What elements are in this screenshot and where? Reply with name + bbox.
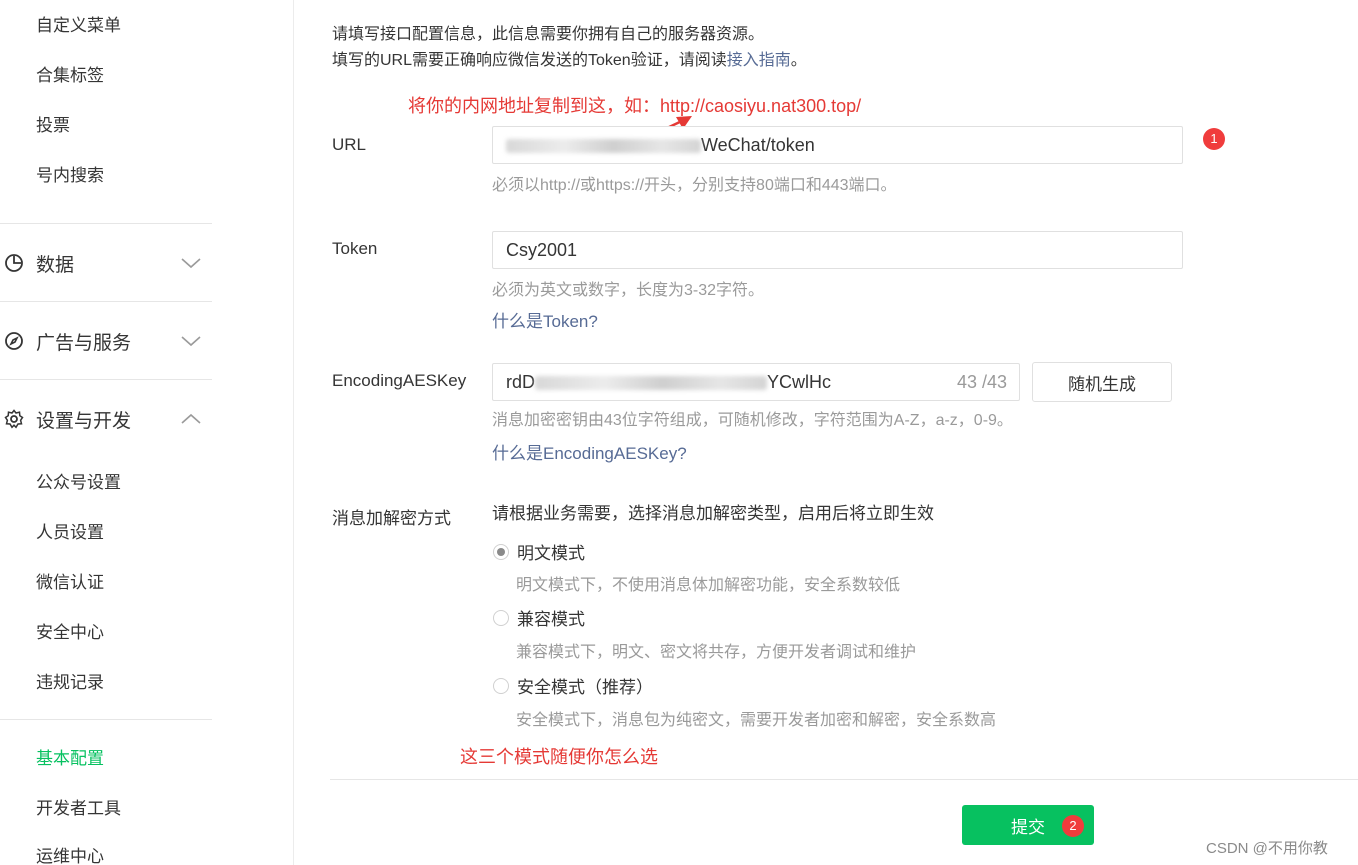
csdn-watermark: CSDN @不用你教	[1206, 840, 1328, 857]
sidebar-divider	[0, 379, 212, 380]
form-divider	[330, 779, 1358, 780]
radio-label: 安全模式（推荐）	[517, 678, 653, 697]
blurred-text	[506, 139, 701, 154]
sidebar-group-settings[interactable]: 设置与开发	[0, 399, 212, 439]
chevron-up-icon	[181, 413, 201, 424]
intro-line-1: 请填写接口配置信息，此信息需要你拥有自己的服务器资源。	[332, 26, 765, 43]
aes-visible-end: YCwlHc	[767, 372, 832, 392]
url-visible-value: WeChat/token	[701, 135, 815, 155]
encrypt-mode-label: 消息加解密方式	[332, 509, 451, 528]
what-is-token-link[interactable]: 什么是Token?	[492, 307, 598, 332]
aes-char-count: 43 /43	[952, 364, 1007, 400]
sidebar-item-collection-tags[interactable]: 合集标签	[36, 64, 104, 88]
token-label: Token	[332, 239, 378, 258]
sidebar-item-violation-records[interactable]: 违规记录	[36, 671, 104, 695]
compatible-mode-desc: 兼容模式下，明文、密文将共存，方便开发者调试和维护	[516, 644, 917, 661]
sidebar-item-developer-tools[interactable]: 开发者工具	[36, 797, 121, 821]
radio-button[interactable]	[493, 677, 509, 694]
sidebar-item-vote[interactable]: 投票	[36, 114, 70, 138]
sidebar-group-label: 设置与开发	[36, 410, 132, 432]
radio-compatible-mode[interactable]: 兼容模式	[493, 605, 585, 630]
sidebar-item-security-center[interactable]: 安全中心	[36, 621, 104, 645]
sidebar-group-ads[interactable]: 广告与服务	[0, 321, 212, 361]
sidebar-item-ops-center[interactable]: 运维中心	[36, 845, 104, 865]
url-hint: 必须以http://或https://开头，分别支持80端口和443端口。	[492, 177, 897, 194]
intro-text: 。	[790, 52, 807, 69]
access-guide-link[interactable]: 接入指南	[727, 52, 791, 69]
radio-button[interactable]	[493, 609, 509, 626]
sidebar-item-account-settings[interactable]: 公众号设置	[36, 471, 121, 495]
secure-mode-desc: 安全模式下，消息包为纯密文，需要开发者加密和解密，安全系数高	[516, 712, 997, 729]
blurred-text	[535, 376, 768, 391]
sidebar-item-basic-config[interactable]: 基本配置	[36, 747, 104, 771]
aes-hint: 消息加密密钥由43位字符组成，可随机修改，字符范围为A-Z，a-z，0-9。	[492, 412, 1013, 429]
sidebar-divider	[0, 223, 212, 224]
sidebar-item-staff-settings[interactable]: 人员设置	[36, 521, 104, 545]
sidebar-item-custom-menu[interactable]: 自定义菜单	[36, 14, 121, 38]
aes-visible-start: rdD	[506, 372, 536, 392]
main-content: 请填写接口配置信息，此信息需要你拥有自己的服务器资源。 填写的URL需要正确响应…	[294, 0, 1358, 865]
plaintext-mode-desc: 明文模式下，不使用消息体加解密功能，安全系数较低	[516, 577, 901, 594]
random-generate-button[interactable]: 随机生成	[1032, 362, 1172, 402]
radio-secure-mode[interactable]: 安全模式（推荐）	[493, 673, 653, 698]
encrypt-mode-instruction: 请根据业务需要，选择消息加解密类型，启用后将立即生效	[492, 504, 934, 523]
what-is-aes-key-link[interactable]: 什么是EncodingAESKey?	[492, 439, 687, 464]
sidebar-group-label: 数据	[36, 254, 75, 276]
sidebar-group-label: 广告与服务	[36, 332, 132, 354]
compass-icon	[5, 332, 23, 350]
radio-label: 兼容模式	[517, 610, 585, 629]
sidebar-divider	[0, 719, 212, 720]
radio-button[interactable]	[493, 543, 509, 560]
sidebar-group-data[interactable]: 数据	[0, 243, 212, 283]
annotation-badge-1: 1	[1203, 128, 1225, 150]
url-label: URL	[332, 135, 367, 154]
sidebar: 自定义菜单 合集标签 投票 号内搜索 数据 广告与服务 设置与开发 公众号设置 …	[0, 0, 294, 865]
sidebar-item-wechat-verification[interactable]: 微信认证	[36, 571, 104, 595]
token-input[interactable]: Csy2001	[492, 231, 1183, 269]
pie-chart-icon	[5, 254, 23, 272]
chevron-down-icon	[181, 258, 201, 269]
token-hint: 必须为英文或数字，长度为3-32字符。	[492, 282, 765, 299]
annotation-badge-2: 2	[1062, 815, 1084, 837]
mode-annotation: 这三个模式随便你怎么选	[460, 747, 658, 767]
url-input[interactable]: WeChat/token	[492, 126, 1183, 164]
aes-label: EncodingAESKey	[332, 371, 467, 390]
aes-key-input[interactable]: rdD YCwlHc 43 /43	[492, 363, 1020, 401]
gear-icon	[4, 409, 24, 429]
chevron-down-icon	[181, 336, 201, 347]
intro-text: 填写的URL需要正确响应微信发送的Token验证，请阅读	[332, 52, 727, 69]
sidebar-item-search[interactable]: 号内搜索	[36, 164, 104, 188]
intro-line-2: 填写的URL需要正确响应微信发送的Token验证，请阅读接入指南。	[332, 50, 807, 72]
sidebar-divider	[0, 301, 212, 302]
radio-plaintext-mode[interactable]: 明文模式	[493, 539, 585, 564]
submit-label: 提交	[1011, 817, 1045, 837]
radio-label: 明文模式	[517, 544, 585, 563]
